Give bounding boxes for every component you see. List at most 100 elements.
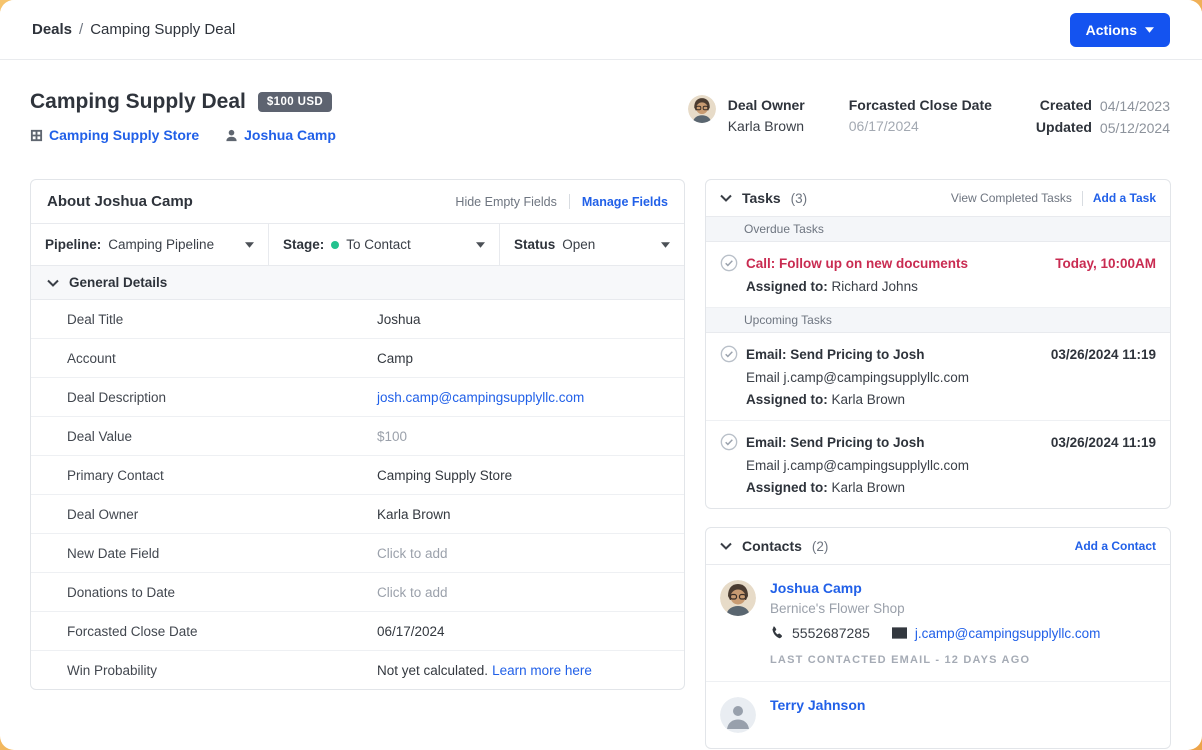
- contact-name-link[interactable]: Terry Jahnson: [770, 697, 865, 713]
- task-detail: Email j.camp@campingsupplyllc.com: [746, 458, 1156, 473]
- field-row-new-date-field: New Date Field Click to add: [31, 534, 684, 573]
- task-due-date: Today, 10:00AM: [1055, 256, 1156, 271]
- field-row-win-probability: Win Probability Not yet calculated. Lear…: [31, 651, 684, 689]
- tasks-card: Tasks (3) View Completed Tasks Add a Tas…: [705, 179, 1171, 509]
- task-upcoming-1: Email: Send Pricing to Josh 03/26/2024 1…: [706, 333, 1170, 421]
- envelope-icon: [892, 627, 907, 639]
- contact-phone[interactable]: 5552687285: [770, 625, 870, 641]
- primary-contact-link[interactable]: Joshua Camp: [225, 127, 336, 143]
- stage-select[interactable]: Stage: To Contact: [269, 224, 500, 265]
- close-date-label: Forcasted Close Date: [849, 95, 992, 115]
- field-row-forcasted-close-date: Forcasted Close Date 06/17/2024: [31, 612, 684, 651]
- complete-task-checkbox[interactable]: [720, 433, 738, 451]
- created-value: 04/14/2023: [1100, 95, 1170, 117]
- contacts-card: Contacts (2) Add a Contact Joshua Camp B…: [705, 527, 1171, 749]
- chevron-down-icon[interactable]: [720, 194, 732, 202]
- field-row-account: Account Camp: [31, 339, 684, 378]
- deal-owner-label: Deal Owner: [728, 95, 805, 115]
- deal-header-meta: Deal Owner Karla Brown Forcasted Close D…: [688, 90, 1170, 140]
- last-contacted-badge: Last Contacted Email - 12 Days Ago: [770, 654, 1100, 666]
- main-content: About Joshua Camp Hide Empty Fields Mana…: [0, 143, 1202, 749]
- learn-more-link[interactable]: Learn more here: [492, 663, 592, 678]
- field-row-deal-value: Deal Value $100: [31, 417, 684, 456]
- chevron-down-icon[interactable]: [720, 542, 732, 550]
- contact-avatar: [720, 580, 756, 616]
- chevron-down-icon[interactable]: [47, 279, 59, 287]
- caret-down-icon: [476, 242, 485, 248]
- contact-name-link[interactable]: Joshua Camp: [770, 580, 1100, 596]
- deal-selects-row: Pipeline: Camping Pipeline Stage: To Con…: [31, 224, 684, 266]
- deal-owner-avatar: [688, 95, 716, 123]
- pipeline-select[interactable]: Pipeline: Camping Pipeline: [31, 224, 269, 265]
- contact-company: Bernice's Flower Shop: [770, 601, 1100, 616]
- view-completed-tasks-button[interactable]: View Completed Tasks: [951, 191, 1072, 205]
- caret-down-icon: [661, 242, 670, 248]
- task-title-link[interactable]: Call: Follow up on new documents: [746, 256, 968, 271]
- phone-icon: [770, 626, 784, 640]
- top-bar: Deals / Camping Supply Deal Actions: [0, 0, 1202, 60]
- breadcrumb-current: Camping Supply Deal: [90, 21, 235, 38]
- about-card-title: About Joshua Camp: [47, 193, 193, 210]
- contact-email[interactable]: j.camp@campingsupplyllc.com: [892, 626, 1101, 641]
- tasks-count: (3): [791, 191, 808, 206]
- company-icon: [30, 129, 43, 142]
- caret-down-icon: [1145, 27, 1154, 33]
- task-title-link[interactable]: Email: Send Pricing to Josh: [746, 435, 925, 450]
- task-due-date: 03/26/2024 11:19: [1051, 435, 1156, 450]
- deal-page: Deals / Camping Supply Deal Actions Camp…: [0, 0, 1202, 750]
- person-icon: [225, 129, 238, 142]
- complete-task-checkbox[interactable]: [720, 345, 738, 363]
- divider: [569, 194, 570, 209]
- breadcrumb-deals-link[interactable]: Deals: [32, 21, 72, 38]
- updated-label: Updated: [1036, 117, 1092, 139]
- breadcrumb-separator: /: [79, 21, 83, 38]
- deal-header-left: Camping Supply Deal $100 USD Camping Sup…: [30, 90, 336, 143]
- contact-row-joshua-camp: Joshua Camp Bernice's Flower Shop 555268…: [706, 565, 1170, 682]
- status-select[interactable]: Status Open: [500, 224, 684, 265]
- task-detail: Email j.camp@campingsupplyllc.com: [746, 370, 1156, 385]
- updated-value: 05/12/2024: [1100, 117, 1170, 139]
- tasks-title: Tasks: [742, 190, 781, 206]
- actions-button-label: Actions: [1086, 22, 1137, 38]
- about-card: About Joshua Camp Hide Empty Fields Mana…: [30, 179, 685, 690]
- upcoming-tasks-header: Upcoming Tasks: [706, 308, 1170, 333]
- page-title: Camping Supply Deal: [30, 90, 246, 114]
- field-row-deal-owner: Deal Owner Karla Brown: [31, 495, 684, 534]
- task-upcoming-2: Email: Send Pricing to Josh 03/26/2024 1…: [706, 421, 1170, 508]
- close-date-value: 06/17/2024: [849, 115, 992, 137]
- stage-status-dot: [331, 241, 339, 249]
- task-assignee: Karla Brown: [832, 480, 906, 495]
- task-title-link[interactable]: Email: Send Pricing to Josh: [746, 347, 925, 362]
- breadcrumb: Deals / Camping Supply Deal: [32, 21, 235, 38]
- divider: [1082, 191, 1083, 206]
- right-column: Tasks (3) View Completed Tasks Add a Tas…: [705, 179, 1171, 749]
- overdue-tasks-header: Overdue Tasks: [706, 217, 1170, 242]
- contacts-count: (2): [812, 539, 829, 554]
- field-row-deal-description: Deal Description josh.camp@campingsupply…: [31, 378, 684, 417]
- task-due-date: 03/26/2024 11:19: [1051, 347, 1156, 362]
- manage-fields-button[interactable]: Manage Fields: [582, 195, 668, 209]
- company-link[interactable]: Camping Supply Store: [30, 127, 199, 143]
- deal-owner-name: Karla Brown: [728, 115, 805, 137]
- general-details-title: General Details: [69, 275, 167, 290]
- add-contact-button[interactable]: Add a Contact: [1075, 539, 1156, 553]
- created-label: Created: [1040, 95, 1092, 117]
- field-row-primary-contact: Primary Contact Camping Supply Store: [31, 456, 684, 495]
- contact-row-terry-jahnson: Terry Jahnson: [706, 682, 1170, 748]
- deal-description-email-link[interactable]: josh.camp@campingsupplyllc.com: [377, 390, 584, 405]
- complete-task-checkbox[interactable]: [720, 254, 738, 272]
- task-overdue: Call: Follow up on new documents Today, …: [706, 242, 1170, 308]
- contacts-title: Contacts: [742, 538, 802, 554]
- field-row-donations-to-date: Donations to Date Click to add: [31, 573, 684, 612]
- click-to-add-field[interactable]: Click to add: [377, 585, 448, 600]
- click-to-add-field[interactable]: Click to add: [377, 546, 448, 561]
- deal-header: Camping Supply Deal $100 USD Camping Sup…: [0, 60, 1202, 143]
- general-details-section-header[interactable]: General Details: [31, 266, 684, 300]
- contact-avatar-placeholder: [720, 697, 756, 733]
- hide-empty-fields-button[interactable]: Hide Empty Fields: [455, 195, 556, 209]
- caret-down-icon: [245, 242, 254, 248]
- task-assignee: Karla Brown: [832, 392, 906, 407]
- actions-button[interactable]: Actions: [1070, 13, 1170, 47]
- task-assignee: Richard Johns: [832, 279, 918, 294]
- add-task-button[interactable]: Add a Task: [1093, 191, 1156, 205]
